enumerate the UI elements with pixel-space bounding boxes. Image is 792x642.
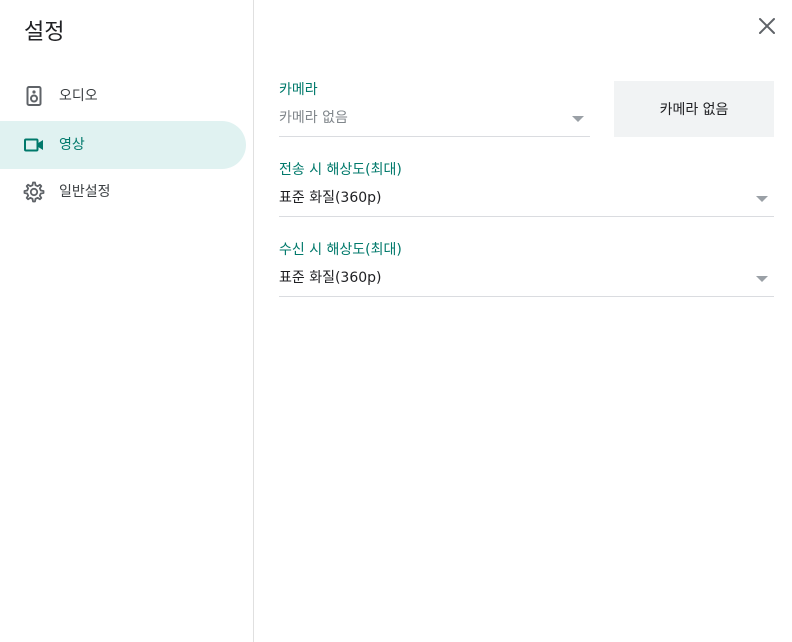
close-icon	[758, 17, 776, 39]
send-resolution-label: 전송 시 해상도(최대)	[279, 162, 402, 178]
sidebar-item-general[interactable]: 일반설정	[0, 168, 246, 216]
dropdown-arrow-icon	[756, 276, 768, 282]
dropdown-arrow-icon	[756, 196, 768, 202]
sidebar-item-label: 일반설정	[59, 184, 111, 200]
dialog-title: 설정	[24, 20, 65, 45]
speaker-icon	[22, 84, 46, 108]
camera-select[interactable]: 카메라 없음	[279, 104, 590, 137]
camera-label: 카메라	[279, 82, 318, 98]
receive-resolution-select[interactable]: 표준 화질(360p)	[279, 264, 774, 297]
receive-resolution-value: 표준 화질(360p)	[279, 270, 382, 286]
videocam-icon	[22, 133, 46, 157]
sidebar-item-audio[interactable]: 오디오	[0, 72, 246, 120]
sidebar-item-label: 오디오	[59, 88, 98, 104]
send-resolution-select[interactable]: 표준 화질(360p)	[279, 184, 774, 217]
sidebar-item-label: 영상	[59, 137, 85, 153]
send-resolution-value: 표준 화질(360p)	[279, 190, 382, 206]
camera-select-value: 카메라 없음	[279, 110, 348, 126]
close-button[interactable]	[754, 15, 780, 41]
sidebar-item-video[interactable]: 영상	[0, 121, 246, 169]
settings-dialog: 설정 오디오 영상 일반설정 카메라 카메라 없음 카메라 없음 전송 시 해상…	[0, 0, 792, 642]
settings-sidebar: 설정 오디오 영상 일반설정	[0, 0, 254, 642]
gear-icon	[22, 180, 46, 204]
camera-preview: 카메라 없음	[614, 81, 774, 137]
camera-preview-text: 카메라 없음	[659, 102, 729, 118]
receive-resolution-label: 수신 시 해상도(최대)	[279, 242, 402, 258]
dropdown-arrow-icon	[572, 116, 584, 122]
